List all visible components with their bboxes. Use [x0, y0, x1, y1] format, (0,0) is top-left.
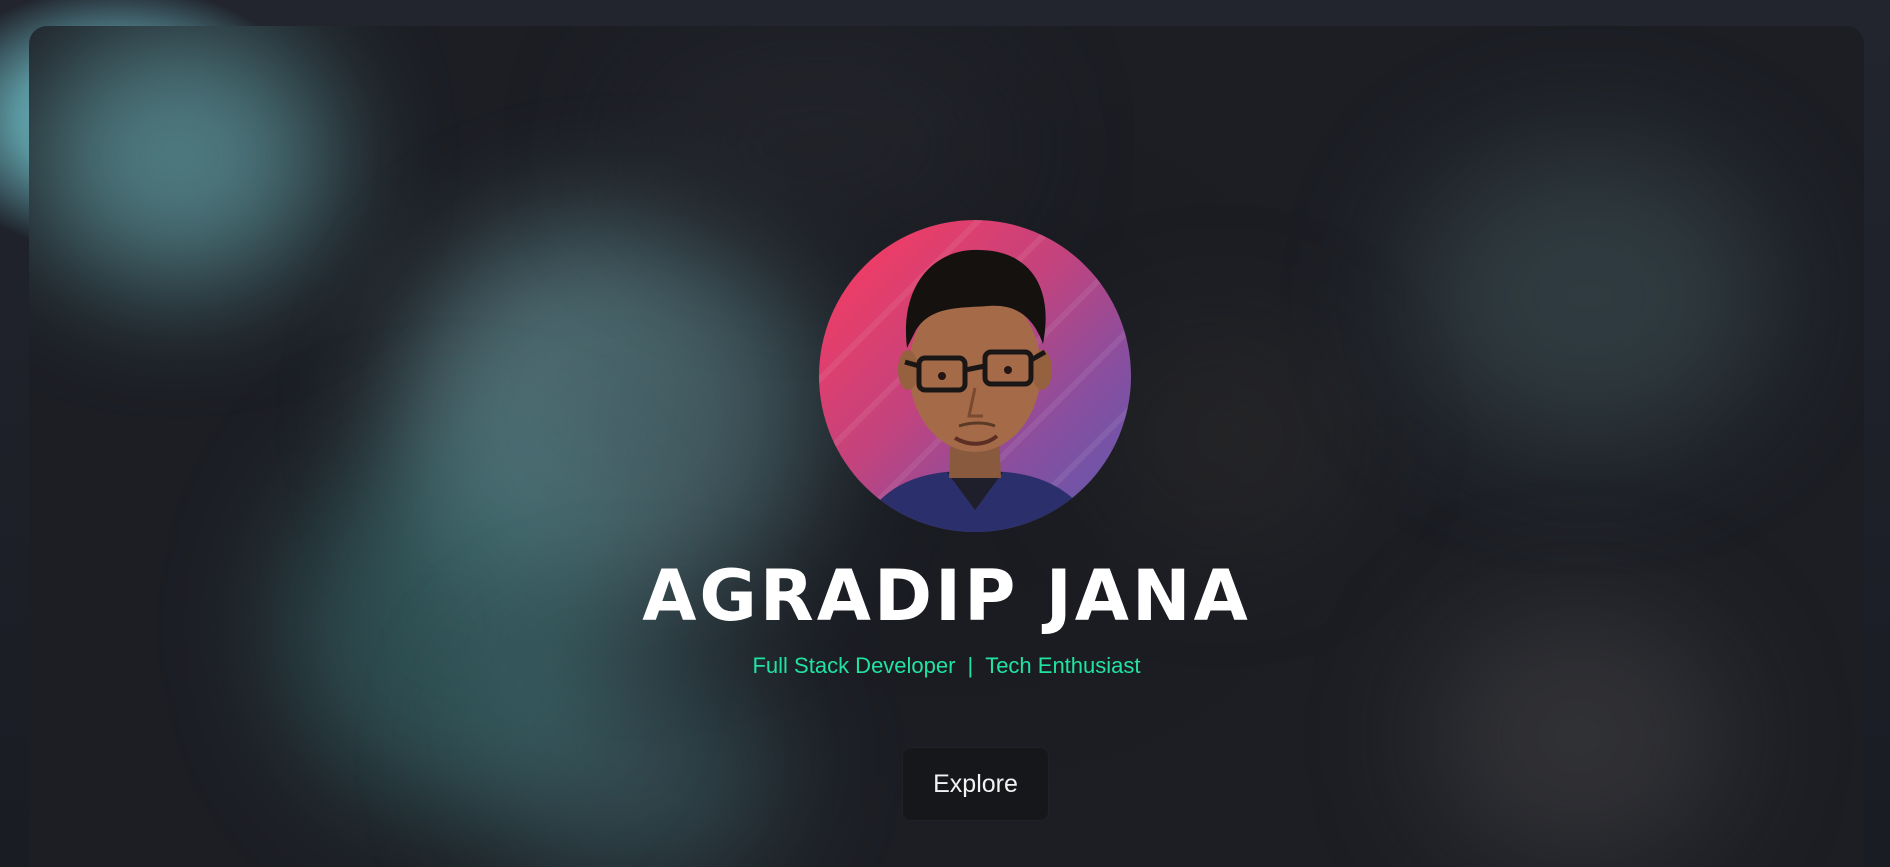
hero-section: AGRADIP JANA Full Stack Developer | Tech E…: [29, 26, 1864, 867]
tagline: Full Stack Developer | Tech Enthusiast: [29, 652, 1864, 680]
tagline-role: Full Stack Developer: [752, 653, 956, 678]
tagline-separator: |: [967, 653, 974, 678]
avatar: [819, 220, 1131, 532]
page-background: AGRADIP JANA Full Stack Developer | Tech E…: [0, 0, 1890, 867]
tagline-interest: Tech Enthusiast: [985, 653, 1141, 678]
page-title: AGRADIP JANA: [642, 555, 1251, 637]
explore-button[interactable]: Explore: [903, 748, 1048, 820]
profile-photo-icon: [819, 220, 1131, 532]
